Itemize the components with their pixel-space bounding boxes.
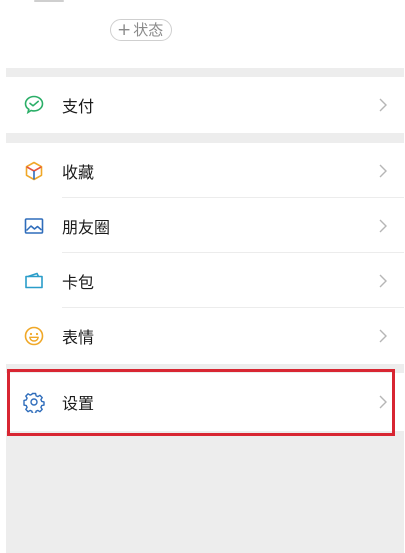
add-status-button[interactable]: + 状态 [110,19,173,41]
menu-item-label: 设置 [62,394,95,413]
section-separator [6,133,404,143]
menu-item-stickers[interactable]: 表情 [6,308,404,364]
menu-item-label: 朋友圈 [62,217,111,237]
gear-icon [23,391,45,413]
menu-item-label: 支付 [62,97,95,116]
chevron-right-icon [379,329,387,343]
section-separator [6,68,404,77]
image-icon [23,215,45,237]
chevron-right-icon [379,219,387,232]
chevron-right-icon [379,164,387,177]
empty-background [6,431,404,553]
plus-icon: + [117,19,132,40]
chevron-right-icon [379,274,387,287]
menu-item-moments[interactable]: 朋友圈 [6,198,404,253]
menu-item-settings[interactable]: 设置 [6,373,404,431]
menu-item-label: 卡包 [62,272,95,292]
card-icon [23,270,45,292]
profile-area: + 状态 [0,0,405,68]
me-page: + 状态 支付 收藏 朋友圈 卡包 表情 设置 [0,0,405,553]
chevron-right-icon [379,98,387,112]
menu-item-favorites[interactable]: 收藏 [6,143,404,198]
section-separator [6,364,404,373]
profile-name-fragment [34,0,64,2]
menu-item-cards[interactable]: 卡包 [6,253,404,308]
chevron-right-icon [379,395,387,409]
status-label: 状态 [133,20,164,39]
menu-item-pay[interactable]: 支付 [6,77,404,133]
smiley-icon [23,325,45,347]
menu-item-label: 收藏 [62,162,95,182]
cube-icon [23,160,45,182]
menu-item-label: 表情 [62,328,95,347]
wallet-check-icon [23,94,45,116]
